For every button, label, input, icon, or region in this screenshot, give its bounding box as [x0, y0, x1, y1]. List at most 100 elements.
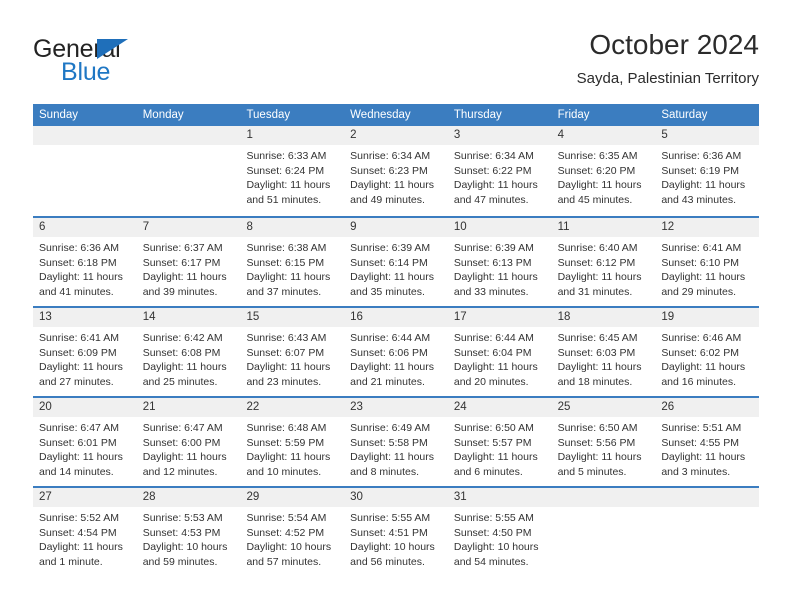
- day-cell-4[interactable]: 4 Sunrise: 6:35 AM Sunset: 6:20 PM Daylight…: [551, 126, 656, 216]
- logo-text-blue: Blue: [61, 58, 111, 86]
- day-number: 23: [344, 398, 448, 417]
- day-cell-5[interactable]: 5 Sunrise: 6:36 AM Sunset: 6:19 PM Daylight…: [655, 126, 760, 216]
- day-cell-28[interactable]: 28 Sunrise: 5:53 AM Sunset: 4:53 PM Dayligh…: [136, 488, 241, 576]
- day-cell-empty: [136, 126, 241, 216]
- day-cell-31[interactable]: 31 Sunrise: 5:55 AM Sunset: 4:50 PM Dayligh…: [447, 488, 552, 576]
- sunset-text: Sunset: 5:57 PM: [453, 436, 532, 449]
- daylight-text: and 21 minutes.: [350, 375, 425, 388]
- sunrise-text: Sunrise: 5:52 AM: [39, 512, 119, 524]
- daylight-text: Daylight: 11 hours: [350, 271, 435, 284]
- day-cell-17[interactable]: 17 Sunrise: 6:44 AM Sunset: 6:04 PM Dayligh…: [447, 308, 552, 396]
- calendar-page: General Blue October 2024 Sayda, Palesti…: [0, 0, 792, 612]
- title-block: October 2024 Sayda, Palestinian Territor…: [577, 28, 759, 90]
- daylight-text: Daylight: 11 hours: [453, 179, 538, 192]
- day-details: Sunrise: 6:36 AM Sunset: 6:18 PM Daylight:…: [33, 237, 137, 299]
- daylight-text: and 39 minutes.: [142, 285, 218, 298]
- day-cell-21[interactable]: 21 Sunrise: 6:47 AM Sunset: 6:00 PM Dayligh…: [136, 398, 241, 486]
- day-number: [33, 126, 137, 145]
- day-number: 17: [447, 308, 552, 327]
- day-details: Sunrise: 6:37 AM Sunset: 6:17 PM Daylight:…: [137, 237, 241, 299]
- day-cell-24[interactable]: 24 Sunrise: 6:50 AM Sunset: 5:57 PM Dayligh…: [447, 398, 552, 486]
- day-cell-25[interactable]: 25 Sunrise: 6:50 AM Sunset: 5:56 PM Dayligh…: [551, 398, 656, 486]
- day-cell-26[interactable]: 26 Sunrise: 5:51 AM Sunset: 4:55 PM Dayligh…: [655, 398, 760, 486]
- sunset-text: Sunset: 6:22 PM: [453, 164, 532, 177]
- sunset-text: Sunset: 5:59 PM: [246, 436, 325, 449]
- day-cell-19[interactable]: 19 Sunrise: 6:46 AM Sunset: 6:02 PM Dayligh…: [655, 308, 760, 396]
- sunset-text: Sunset: 6:12 PM: [557, 256, 636, 269]
- day-details: Sunrise: 6:49 AM Sunset: 5:58 PM Daylight:…: [344, 417, 448, 479]
- sunset-text: Sunset: 6:17 PM: [142, 256, 221, 269]
- daylight-text: and 45 minutes.: [557, 193, 633, 206]
- day-cell-30[interactable]: 30 Sunrise: 5:55 AM Sunset: 4:51 PM Dayligh…: [344, 488, 448, 576]
- sunset-text: Sunset: 5:58 PM: [350, 436, 428, 449]
- day-cell-empty: [655, 488, 760, 576]
- sunset-text: Sunset: 6:00 PM: [142, 436, 221, 449]
- day-details: Sunrise: 5:54 AM Sunset: 4:52 PM Daylight:…: [240, 507, 344, 569]
- day-cell-16[interactable]: 16 Sunrise: 6:44 AM Sunset: 6:06 PM Dayligh…: [344, 308, 448, 396]
- day-cell-12[interactable]: 12 Sunrise: 6:41 AM Sunset: 6:10 PM Dayligh…: [655, 218, 760, 306]
- sunrise-text: Sunrise: 6:48 AM: [246, 422, 327, 434]
- sunrise-text: Sunrise: 6:34 AM: [453, 150, 534, 162]
- sunset-text: Sunset: 4:53 PM: [142, 526, 221, 539]
- weekday-header-tuesday: Tuesday: [246, 109, 291, 121]
- sunset-text: Sunset: 6:02 PM: [661, 346, 739, 359]
- day-details: [552, 507, 656, 511]
- calendar-week-row: 1 Sunrise: 6:33 AM Sunset: 6:24 PM Daylight…: [33, 126, 760, 216]
- day-cell-1[interactable]: 1 Sunrise: 6:33 AM Sunset: 6:24 PM Daylight…: [240, 126, 345, 216]
- calendar-grid: Sunday Monday Tuesday Wednesday Thursday Frid…: [33, 104, 760, 576]
- sunrise-text: Sunrise: 6:36 AM: [661, 150, 742, 162]
- day-cell-3[interactable]: 3 Sunrise: 6:34 AM Sunset: 6:22 PM Daylight…: [447, 126, 552, 216]
- daylight-text: Daylight: 11 hours: [557, 271, 642, 284]
- calendar-week-row: 20 Sunrise: 6:47 AM Sunset: 6:01 PM Dayligh…: [33, 396, 760, 486]
- day-cell-9[interactable]: 9 Sunrise: 6:39 AM Sunset: 6:14 PM Daylight…: [344, 218, 448, 306]
- day-details: Sunrise: 6:45 AM Sunset: 6:03 PM Daylight:…: [552, 327, 656, 389]
- day-details: Sunrise: 6:35 AM Sunset: 6:20 PM Daylight:…: [552, 145, 656, 207]
- day-number: 14: [136, 308, 241, 327]
- day-number: 18: [551, 308, 656, 327]
- day-number: 13: [33, 308, 137, 327]
- day-number: 22: [240, 398, 345, 417]
- sunset-text: Sunset: 6:08 PM: [142, 346, 221, 359]
- day-details: Sunrise: 6:38 AM Sunset: 6:15 PM Daylight:…: [240, 237, 344, 299]
- day-cell-20[interactable]: 20 Sunrise: 6:47 AM Sunset: 6:01 PM Dayligh…: [33, 398, 137, 486]
- day-number: [655, 488, 760, 507]
- day-cell-8[interactable]: 8 Sunrise: 6:38 AM Sunset: 6:15 PM Daylight…: [240, 218, 345, 306]
- weekday-header-sunday: Sunday: [39, 109, 79, 121]
- day-cell-13[interactable]: 13 Sunrise: 6:41 AM Sunset: 6:09 PM Dayligh…: [33, 308, 137, 396]
- daylight-text: Daylight: 11 hours: [661, 179, 746, 192]
- sunrise-text: Sunrise: 6:37 AM: [142, 242, 223, 254]
- day-number: 30: [344, 488, 448, 507]
- day-cell-15[interactable]: 15 Sunrise: 6:43 AM Sunset: 6:07 PM Dayligh…: [240, 308, 345, 396]
- daylight-text: Daylight: 11 hours: [39, 361, 123, 374]
- sunrise-text: Sunrise: 5:51 AM: [661, 422, 742, 434]
- day-number: 29: [240, 488, 345, 507]
- day-cell-11[interactable]: 11 Sunrise: 6:40 AM Sunset: 6:12 PM Dayligh…: [551, 218, 656, 306]
- day-cell-22[interactable]: 22 Sunrise: 6:48 AM Sunset: 5:59 PM Dayligh…: [240, 398, 345, 486]
- sunrise-text: Sunrise: 5:53 AM: [142, 512, 223, 524]
- daylight-text: and 31 minutes.: [557, 285, 633, 298]
- daylight-text: Daylight: 10 hours: [142, 541, 228, 554]
- day-cell-18[interactable]: 18 Sunrise: 6:45 AM Sunset: 6:03 PM Dayligh…: [551, 308, 656, 396]
- daylight-text: Daylight: 10 hours: [246, 541, 332, 554]
- sunset-text: Sunset: 6:24 PM: [246, 164, 325, 177]
- day-cell-7[interactable]: 7 Sunrise: 6:37 AM Sunset: 6:17 PM Daylight…: [136, 218, 241, 306]
- daylight-text: Daylight: 11 hours: [661, 271, 746, 284]
- day-cell-14[interactable]: 14 Sunrise: 6:42 AM Sunset: 6:08 PM Dayligh…: [136, 308, 241, 396]
- day-number: 15: [240, 308, 345, 327]
- day-cell-10[interactable]: 10 Sunrise: 6:39 AM Sunset: 6:13 PM Dayligh…: [447, 218, 552, 306]
- daylight-text: and 3 minutes.: [661, 465, 731, 478]
- day-details: Sunrise: 6:46 AM Sunset: 6:02 PM Daylight:…: [655, 327, 759, 389]
- daylight-text: and 25 minutes.: [142, 375, 218, 388]
- day-cell-23[interactable]: 23 Sunrise: 6:49 AM Sunset: 5:58 PM Dayligh…: [344, 398, 448, 486]
- daylight-text: and 12 minutes.: [142, 465, 218, 478]
- sunrise-text: Sunrise: 6:41 AM: [661, 242, 742, 254]
- day-number: 8: [240, 218, 345, 237]
- daylight-text: and 10 minutes.: [246, 465, 322, 478]
- day-cell-27[interactable]: 27 Sunrise: 5:52 AM Sunset: 4:54 PM Dayligh…: [33, 488, 137, 576]
- general-blue-logo[interactable]: General Blue: [33, 36, 233, 96]
- daylight-text: and 18 minutes.: [557, 375, 633, 388]
- day-cell-2[interactable]: 2 Sunrise: 6:34 AM Sunset: 6:23 PM Daylight…: [344, 126, 448, 216]
- day-number: 11: [551, 218, 656, 237]
- day-cell-6[interactable]: 6 Sunrise: 6:36 AM Sunset: 6:18 PM Daylight…: [33, 218, 137, 306]
- day-cell-29[interactable]: 29 Sunrise: 5:54 AM Sunset: 4:52 PM Dayligh…: [240, 488, 345, 576]
